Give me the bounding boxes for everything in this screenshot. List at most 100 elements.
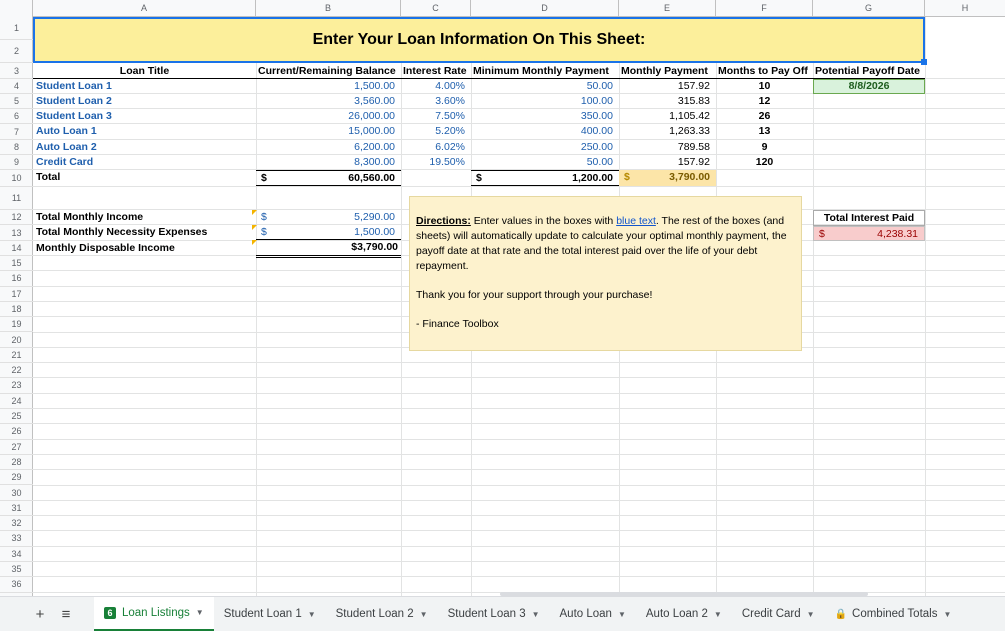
loan-min-payment-cell[interactable]: 50.00 bbox=[471, 155, 619, 170]
loan-months-cell[interactable]: 9 bbox=[716, 140, 813, 155]
loan-balance-cell[interactable]: 3,560.00 bbox=[256, 94, 401, 109]
total-min-payment-cell[interactable]: $ 1,200.00 bbox=[471, 170, 619, 186]
row-header[interactable]: 24 bbox=[0, 394, 33, 409]
col-header-d[interactable]: D bbox=[471, 0, 619, 17]
row-header[interactable]: 14 bbox=[0, 241, 33, 256]
directions-note[interactable]: Directions: Enter values in the boxes wi… bbox=[409, 196, 802, 351]
loan-min-payment-cell[interactable]: 50.00 bbox=[471, 79, 619, 94]
header-payoff-date[interactable]: Potential Payoff Date bbox=[813, 64, 925, 79]
loan-months-cell[interactable]: 13 bbox=[716, 124, 813, 139]
expenses-label[interactable]: Total Monthly Necessity Expenses bbox=[33, 225, 256, 240]
loan-monthly-payment-cell[interactable]: 315.83 bbox=[619, 94, 716, 109]
interest-paid-label[interactable]: Total Interest Paid bbox=[813, 210, 925, 226]
add-sheet-icon[interactable]: + bbox=[30, 606, 50, 623]
loan-rate-cell[interactable]: 5.20% bbox=[401, 124, 471, 139]
loan-balance-cell[interactable]: 15,000.00 bbox=[256, 124, 401, 139]
row-header[interactable]: 8 bbox=[0, 140, 33, 155]
row-header[interactable]: 10 bbox=[0, 170, 33, 187]
loan-title-cell[interactable]: Student Loan 2 bbox=[33, 94, 256, 109]
loan-rate-cell[interactable]: 6.02% bbox=[401, 140, 471, 155]
loan-monthly-payment-cell[interactable]: 1,105.42 bbox=[619, 109, 716, 124]
comment-indicator[interactable] bbox=[252, 210, 257, 215]
row-header[interactable]: 15 bbox=[0, 256, 33, 272]
col-header-h[interactable]: H bbox=[925, 0, 1005, 17]
col-header-g[interactable]: G bbox=[813, 0, 925, 17]
disposable-cell[interactable]: $3,790.00 bbox=[256, 240, 401, 258]
sheet-banner-cell[interactable]: Enter Your Loan Information On This Shee… bbox=[33, 17, 927, 65]
loan-monthly-payment-cell[interactable]: 157.92 bbox=[619, 155, 716, 170]
row-header[interactable]: 16 bbox=[0, 271, 33, 287]
loan-months-cell[interactable]: 12 bbox=[716, 94, 813, 109]
loan-title-cell[interactable]: Student Loan 1 bbox=[33, 79, 256, 94]
loan-monthly-payment-cell[interactable]: 1,263.33 bbox=[619, 124, 716, 139]
loan-balance-cell[interactable]: 6,200.00 bbox=[256, 140, 401, 155]
row-header[interactable]: 20 bbox=[0, 333, 33, 348]
tab-credit-card[interactable]: Credit Card ▼ bbox=[732, 597, 825, 631]
tab-loan-listings[interactable]: 6 Loan Listings ▼ bbox=[94, 596, 214, 631]
loan-months-cell[interactable]: 10 bbox=[716, 79, 813, 94]
header-monthly-payment[interactable]: Monthly Payment bbox=[619, 64, 716, 79]
tab-student-loan-1[interactable]: Student Loan 1 ▼ bbox=[214, 597, 326, 631]
row-header[interactable]: 4 bbox=[0, 79, 33, 94]
expenses-cell[interactable]: $ 1,500.00 bbox=[256, 225, 401, 240]
row-header[interactable]: 19 bbox=[0, 317, 33, 333]
col-header-c[interactable]: C bbox=[401, 0, 471, 17]
income-label[interactable]: Total Monthly Income bbox=[33, 210, 256, 225]
loan-min-payment-cell[interactable]: 250.00 bbox=[471, 140, 619, 155]
loan-balance-cell[interactable]: 8,300.00 bbox=[256, 155, 401, 170]
row-header[interactable]: 35 bbox=[0, 562, 33, 578]
all-sheets-icon[interactable]: ≡ bbox=[56, 606, 76, 623]
loan-rate-cell[interactable]: 4.00% bbox=[401, 79, 471, 94]
tab-auto-loan-2[interactable]: Auto Loan 2 ▼ bbox=[636, 597, 732, 631]
caret-down-icon[interactable]: ▼ bbox=[618, 610, 626, 619]
row-header[interactable]: 22 bbox=[0, 363, 33, 379]
total-balance-cell[interactable]: $ 60,560.00 bbox=[256, 170, 401, 186]
loan-min-payment-cell[interactable]: 100.00 bbox=[471, 94, 619, 109]
row-header[interactable]: 5 bbox=[0, 94, 33, 109]
row-header[interactable]: 13 bbox=[0, 225, 33, 241]
caret-down-icon[interactable]: ▼ bbox=[196, 608, 204, 617]
disposable-label[interactable]: Monthly Disposable Income bbox=[33, 241, 256, 256]
caret-down-icon[interactable]: ▼ bbox=[807, 610, 815, 619]
loan-monthly-payment-cell[interactable]: 157.92 bbox=[619, 79, 716, 94]
row-header[interactable]: 3 bbox=[0, 63, 33, 79]
row-header[interactable]: 7 bbox=[0, 124, 33, 140]
tab-student-loan-3[interactable]: Student Loan 3 ▼ bbox=[438, 597, 550, 631]
spreadsheet-grid[interactable]: A B C D E F G H 1 2 3 4 5 6 7 8 9 10 11 12 13 14 15 16 1… bbox=[0, 0, 1005, 596]
loan-rate-cell[interactable]: 19.50% bbox=[401, 155, 471, 170]
caret-down-icon[interactable]: ▼ bbox=[420, 610, 428, 619]
loan-title-cell[interactable]: Auto Loan 2 bbox=[33, 140, 256, 155]
loan-title-cell[interactable]: Student Loan 3 bbox=[33, 109, 256, 124]
total-monthly-payment-cell[interactable]: $ 3,790.00 bbox=[619, 170, 716, 186]
tab-student-loan-2[interactable]: Student Loan 2 ▼ bbox=[326, 597, 438, 631]
loan-balance-cell[interactable]: 1,500.00 bbox=[256, 79, 401, 94]
row-header[interactable]: 23 bbox=[0, 378, 33, 394]
loan-rate-cell[interactable]: 3.60% bbox=[401, 94, 471, 109]
row-header[interactable]: 1 bbox=[0, 17, 33, 40]
row-header[interactable]: 17 bbox=[0, 287, 33, 302]
row-header[interactable]: 31 bbox=[0, 501, 33, 517]
tab-combined-totals[interactable]: 🔒 Combined Totals ▼ bbox=[825, 597, 962, 631]
row-header[interactable]: 26 bbox=[0, 424, 33, 440]
row-header[interactable]: 12 bbox=[0, 210, 33, 225]
row-header[interactable]: 25 bbox=[0, 409, 33, 425]
loan-rate-cell[interactable]: 7.50% bbox=[401, 109, 471, 124]
loan-title-cell[interactable]: Auto Loan 1 bbox=[33, 124, 256, 139]
row-header[interactable]: 18 bbox=[0, 302, 33, 318]
header-min-payment[interactable]: Minimum Monthly Payment bbox=[471, 64, 619, 79]
row-header[interactable]: 29 bbox=[0, 470, 33, 486]
row-header[interactable]: 21 bbox=[0, 348, 33, 364]
row-header[interactable]: 34 bbox=[0, 547, 33, 562]
caret-down-icon[interactable]: ▼ bbox=[308, 610, 316, 619]
loan-months-cell[interactable]: 120 bbox=[716, 155, 813, 170]
total-label[interactable]: Total bbox=[33, 170, 256, 185]
col-header-b[interactable]: B bbox=[256, 0, 401, 17]
header-corner[interactable] bbox=[0, 0, 33, 17]
caret-down-icon[interactable]: ▼ bbox=[943, 610, 951, 619]
row-header[interactable]: 6 bbox=[0, 109, 33, 124]
loan-title-cell[interactable]: Credit Card bbox=[33, 155, 256, 170]
col-header-a[interactable]: A bbox=[33, 0, 256, 17]
col-header-e[interactable]: E bbox=[619, 0, 716, 17]
interest-paid-cell[interactable]: $ 4,238.31 bbox=[813, 226, 925, 241]
row-header[interactable]: 2 bbox=[0, 40, 33, 63]
